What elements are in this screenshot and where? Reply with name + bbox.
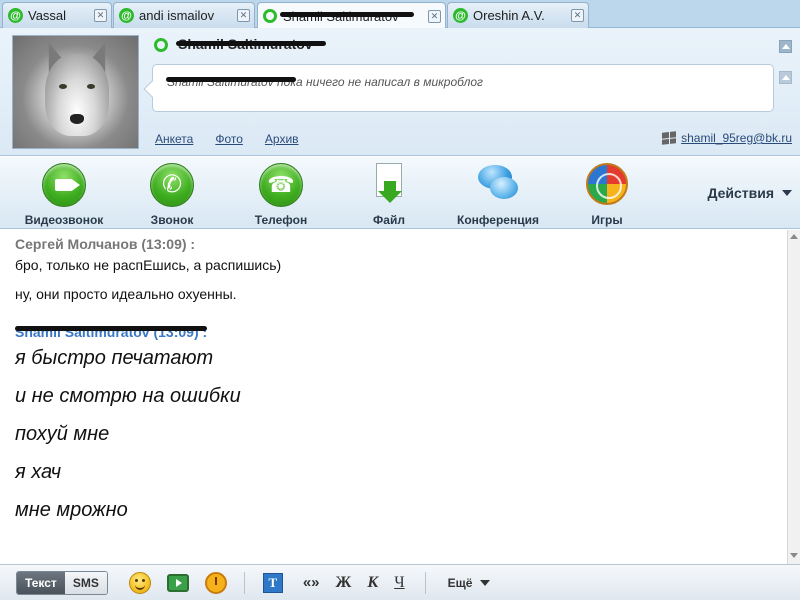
button-label: Звонок (150, 213, 194, 227)
text-style-button[interactable]: T (261, 571, 285, 595)
redaction-scribble (15, 326, 207, 331)
avatar[interactable] (12, 35, 139, 149)
at-icon: @ (8, 8, 23, 23)
contact-email[interactable]: shamil_95reg@bk.ru (662, 131, 792, 145)
avatar-eye (59, 84, 67, 89)
tab-label: andi ismailov (139, 8, 215, 23)
emoticon-button[interactable] (128, 571, 152, 595)
message-text: похуй мне (15, 423, 110, 445)
archive-link[interactable]: Архив (265, 132, 299, 146)
at-icon: @ (119, 8, 134, 23)
button-label: Файл (373, 213, 405, 227)
video-message-button[interactable] (166, 571, 190, 595)
tab-vassal[interactable]: @ Vassal ✕ (2, 2, 112, 28)
close-icon[interactable]: ✕ (571, 9, 584, 22)
message-text: я хач (15, 461, 62, 483)
call-toolbar: Видеозвонок ✆ Звонок ☎ Телефон Файл Конф… (0, 157, 800, 229)
games-button[interactable]: Игры (552, 163, 662, 227)
file-download-icon (372, 163, 406, 205)
close-icon[interactable]: ✕ (94, 9, 107, 22)
alarm-clock-icon (204, 571, 227, 594)
alarm-button[interactable] (204, 571, 228, 595)
message-text: я быстро печатают (15, 347, 214, 369)
actions-label: Действия (707, 185, 774, 201)
message-text: мне мрожно (15, 499, 128, 521)
at-icon: @ (453, 8, 468, 23)
chevron-down-icon (480, 579, 491, 586)
conference-bubbles-icon (476, 163, 520, 205)
avatar-eye (87, 84, 95, 89)
call-button[interactable]: ✆ Звонок (117, 163, 227, 227)
message-sender: Сергей Молчанов (13:09) : (15, 236, 196, 252)
bubble-tail (143, 80, 161, 98)
tab-label: Vassal (28, 8, 67, 23)
chat-scrollbar[interactable] (787, 230, 800, 564)
tab-oreshin[interactable]: @ Oreshin A.V. ✕ (447, 2, 589, 28)
profile-links: Анкета Фото Архив (155, 132, 299, 146)
button-label: Телефон (254, 213, 308, 227)
tab-bar: @ Vassal ✕ @ andi ismailov ✕ Shamil Salt… (0, 0, 800, 29)
text-style-icon: T (262, 572, 283, 593)
mode-switch: Текст SMS (16, 570, 108, 595)
microblog-bubble: Shamil Saltimuratov пока ничего не напис… (143, 64, 774, 112)
underline-button[interactable]: Ч (394, 574, 404, 592)
phone-handset-icon: ✆ (150, 163, 194, 207)
conference-button[interactable]: Конференция (443, 163, 553, 227)
chevron-down-icon (782, 190, 792, 196)
online-status-icon (263, 9, 277, 23)
telephone-icon: ☎ (259, 163, 303, 207)
message-text: и не смотрю на ошибки (15, 385, 241, 407)
tab-andi-ismailov[interactable]: @ andi ismailov ✕ (113, 2, 255, 28)
telephone-button[interactable]: ☎ Телефон (226, 163, 336, 227)
tab-label: Oreshin A.V. (473, 8, 545, 23)
online-status-icon (154, 38, 168, 52)
email-text: shamil_95reg@bk.ru (681, 131, 792, 145)
contact-header: Shamil Saltimuratov Shamil Saltimuratov … (0, 28, 800, 156)
text-mode-button[interactable]: Текст (17, 571, 65, 594)
video-camera-icon (42, 163, 86, 207)
redaction-scribble (166, 77, 296, 82)
smiley-icon (128, 571, 151, 594)
redaction-scribble (176, 41, 326, 46)
close-icon[interactable]: ✕ (428, 9, 441, 23)
close-icon[interactable]: ✕ (237, 9, 250, 22)
video-call-button[interactable]: Видеозвонок (9, 163, 119, 227)
more-dropdown[interactable]: Ещё (448, 576, 491, 590)
more-label: Ещё (447, 575, 473, 590)
divider (243, 571, 245, 594)
collapse-header-icon[interactable] (779, 40, 792, 53)
message-text: ну, они просто идеально охуенны. (15, 286, 237, 302)
divider (424, 571, 426, 594)
tv-icon (166, 573, 189, 592)
avatar-nose (70, 114, 84, 124)
italic-button[interactable]: К (367, 574, 378, 592)
compose-toolbar: Текст SMS T «» Ж К Ч Ещё (0, 564, 800, 600)
games-icon (586, 163, 628, 205)
scroll-down-icon[interactable] (790, 553, 798, 558)
redaction-scribble (280, 12, 414, 17)
bold-button[interactable]: Ж (336, 574, 352, 592)
windows-flag-icon (662, 131, 677, 145)
scroll-up-icon[interactable] (790, 234, 798, 239)
file-button[interactable]: Файл (334, 163, 444, 227)
button-label: Конференция (457, 213, 539, 227)
collapse-microblog-icon[interactable] (779, 71, 792, 84)
chat-history: Сергей Молчанов (13:09) : бро, только не… (0, 230, 787, 564)
quote-button[interactable]: «» (303, 574, 320, 591)
button-label: Игры (591, 213, 623, 227)
message-text: бро, только не распЕшись, а распишись) (15, 257, 282, 273)
sms-mode-button[interactable]: SMS (64, 571, 107, 594)
message-sender: Shamil Saltimuratov (13:09) : (15, 324, 787, 342)
profile-link[interactable]: Анкета (155, 132, 193, 146)
photo-link[interactable]: Фото (215, 132, 243, 146)
button-label: Видеозвонок (24, 213, 104, 227)
actions-dropdown[interactable]: Действия (707, 185, 792, 201)
